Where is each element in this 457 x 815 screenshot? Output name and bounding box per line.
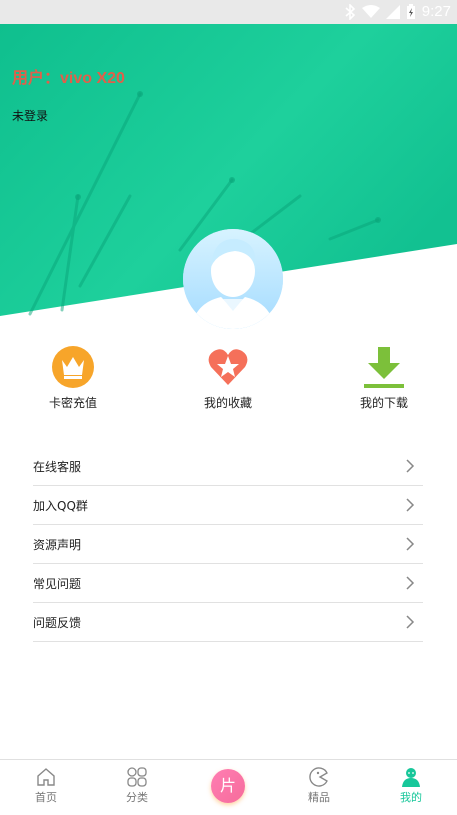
settings-menu: 在线客服 加入QQ群 资源声明 常见问题 问题反馈 — [33, 447, 423, 642]
menu-item-online-service[interactable]: 在线客服 — [33, 447, 423, 486]
user-icon — [400, 766, 422, 788]
status-bar: 9:27 — [0, 0, 457, 24]
chevron-right-icon — [406, 615, 415, 629]
quick-favorites[interactable]: 我的收藏 — [173, 345, 283, 411]
tab-label: 首页 — [35, 791, 57, 804]
heart-star-icon — [206, 345, 250, 389]
center-action-button[interactable]: 片 — [211, 769, 245, 803]
menu-item-label: 问题反馈 — [33, 615, 82, 630]
menu-item-faq[interactable]: 常见问题 — [33, 564, 423, 603]
download-icon — [362, 345, 406, 389]
battery-icon — [406, 3, 415, 19]
chevron-right-icon — [406, 459, 415, 473]
menu-item-label: 在线客服 — [33, 459, 82, 474]
bluetooth-icon — [345, 3, 355, 20]
home-icon — [35, 766, 57, 788]
tab-label: 我的 — [400, 791, 422, 804]
avatar[interactable] — [183, 229, 283, 329]
menu-item-label: 加入QQ群 — [33, 498, 88, 513]
default-avatar-icon — [183, 229, 283, 329]
menu-item-join-qq-group[interactable]: 加入QQ群 — [33, 486, 423, 525]
menu-item-feedback[interactable]: 问题反馈 — [33, 603, 423, 642]
status-icons: 9:27 — [344, 3, 451, 20]
tab-home[interactable]: 首页 — [16, 766, 76, 805]
user-name: 用户：vivo X20 — [12, 70, 125, 87]
crown-icon — [51, 345, 95, 389]
tab-label: 精品 — [308, 791, 330, 804]
pacman-icon — [308, 766, 330, 788]
wifi-icon — [361, 4, 380, 18]
quick-downloads[interactable]: 我的下载 — [329, 345, 439, 411]
login-status[interactable]: 未登录 — [12, 107, 48, 124]
quick-recharge-label: 卡密充值 — [48, 396, 97, 410]
tab-category[interactable]: 分类 — [107, 766, 167, 805]
menu-item-label: 资源声明 — [33, 537, 82, 552]
quick-favorites-label: 我的收藏 — [203, 396, 252, 410]
tab-featured[interactable]: 精品 — [289, 766, 349, 805]
quick-recharge[interactable]: 卡密充值 — [18, 345, 128, 411]
menu-item-resource-statement[interactable]: 资源声明 — [33, 525, 423, 564]
category-icon — [126, 766, 148, 788]
chevron-right-icon — [406, 537, 415, 551]
tab-label: 分类 — [126, 791, 148, 804]
status-time: 9:27 — [421, 3, 451, 20]
signal-icon — [385, 4, 400, 19]
menu-item-label: 常见问题 — [33, 576, 82, 591]
chevron-right-icon — [406, 498, 415, 512]
chevron-right-icon — [406, 576, 415, 590]
tab-mine[interactable]: 我的 — [381, 766, 441, 805]
quick-downloads-label: 我的下载 — [359, 396, 408, 410]
